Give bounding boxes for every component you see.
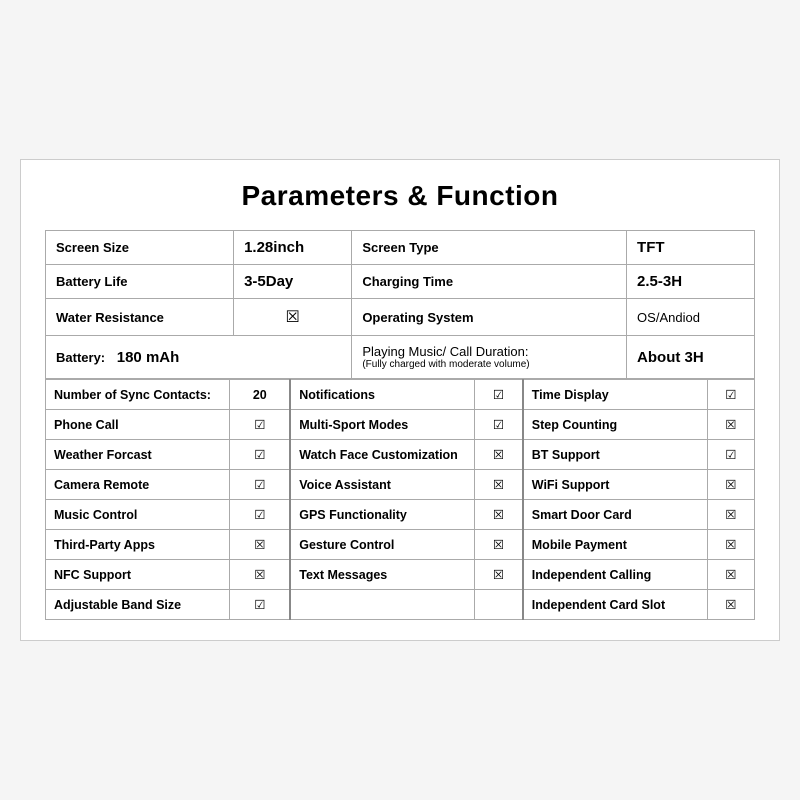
time-display-label: Time Display (523, 380, 707, 410)
watch-face-label: Watch Face Customization (290, 440, 474, 470)
camera-remote-check (230, 470, 290, 500)
charging-time-value: 2.5-3H (627, 265, 755, 299)
battery-cell: Battery: 180 mAh (46, 336, 352, 379)
weather-label: Weather Forcast (46, 440, 230, 470)
screen-size-value: 1.28inch (234, 231, 352, 265)
notifications-check (475, 380, 523, 410)
operating-system-value: OS/Andiod (627, 299, 755, 336)
music-control-label: Music Control (46, 500, 230, 530)
page-title: Parameters & Function (45, 180, 755, 212)
watch-face-check (475, 440, 523, 470)
playing-music-label: Playing Music/ Call Duration: (Fully cha… (352, 336, 627, 379)
screen-type-value: TFT (627, 231, 755, 265)
bt-support-check (707, 440, 754, 470)
water-resistance-label: Water Resistance (46, 299, 234, 336)
page-container: Parameters & Function Screen Size 1.28in… (20, 159, 780, 641)
weather-check (230, 440, 290, 470)
third-party-label: Third-Party Apps (46, 530, 230, 560)
text-messages-check (475, 560, 523, 590)
voice-assistant-check (475, 470, 523, 500)
water-resistance-value: ☒ (234, 299, 352, 336)
battery-value: 180 mAh (117, 349, 180, 366)
battery-life-value: 3-5Day (234, 265, 352, 299)
empty-cell-2 (475, 590, 523, 620)
screen-type-label: Screen Type (352, 231, 627, 265)
bt-support-label: BT Support (523, 440, 707, 470)
adjustable-band-check (230, 590, 290, 620)
phone-call-check (230, 410, 290, 440)
phone-call-label: Phone Call (46, 410, 230, 440)
playing-music-value: About 3H (627, 336, 755, 379)
empty-cell-1 (290, 590, 474, 620)
gps-check (475, 500, 523, 530)
independent-calling-label: Independent Calling (523, 560, 707, 590)
battery-label: Battery: (56, 350, 105, 365)
sync-contacts-value: 20 (230, 380, 290, 410)
step-counting-check (707, 410, 754, 440)
time-display-check (707, 380, 754, 410)
charging-time-label: Charging Time (352, 265, 627, 299)
features-table: Number of Sync Contacts: 20 Notification… (45, 379, 755, 620)
gesture-check (475, 530, 523, 560)
camera-remote-label: Camera Remote (46, 470, 230, 500)
third-party-check (230, 530, 290, 560)
independent-calling-check (707, 560, 754, 590)
independent-card-check (707, 590, 754, 620)
gps-label: GPS Functionality (290, 500, 474, 530)
gesture-label: Gesture Control (290, 530, 474, 560)
step-counting-label: Step Counting (523, 410, 707, 440)
wifi-support-label: WiFi Support (523, 470, 707, 500)
specs-table: Screen Size 1.28inch Screen Type TFT Bat… (45, 230, 755, 379)
voice-assistant-label: Voice Assistant (290, 470, 474, 500)
notifications-label: Notifications (290, 380, 474, 410)
screen-size-label: Screen Size (46, 231, 234, 265)
wifi-support-check (707, 470, 754, 500)
mobile-payment-label: Mobile Payment (523, 530, 707, 560)
adjustable-band-label: Adjustable Band Size (46, 590, 230, 620)
multi-sport-label: Multi-Sport Modes (290, 410, 474, 440)
nfc-check (230, 560, 290, 590)
sync-contacts-label: Number of Sync Contacts: (46, 380, 230, 410)
mobile-payment-check (707, 530, 754, 560)
battery-life-label: Battery Life (46, 265, 234, 299)
smart-door-label: Smart Door Card (523, 500, 707, 530)
operating-system-label: Operating System (352, 299, 627, 336)
text-messages-label: Text Messages (290, 560, 474, 590)
music-control-check (230, 500, 290, 530)
independent-card-label: Independent Card Slot (523, 590, 707, 620)
smart-door-check (707, 500, 754, 530)
multi-sport-check (475, 410, 523, 440)
nfc-label: NFC Support (46, 560, 230, 590)
